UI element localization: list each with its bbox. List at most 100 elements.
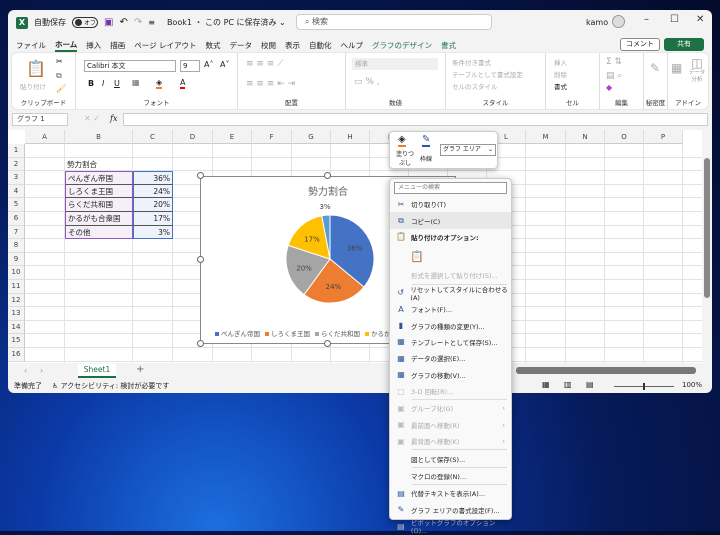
row-header[interactable]: 13 [8, 307, 25, 321]
normal-view-icon[interactable]: ▦ [542, 380, 550, 389]
tab-7[interactable]: 校閲 [261, 40, 276, 51]
copy-icon[interactable]: ⧉ [56, 71, 62, 81]
save-icon[interactable]: ▣ [104, 17, 113, 28]
resize-handle[interactable] [197, 340, 204, 347]
grow-font-icon[interactable]: A˄ [204, 60, 213, 69]
cell[interactable]: らくだ共和国 [65, 198, 133, 212]
cell[interactable]: 勢力割合 [65, 158, 133, 172]
row-header[interactable]: 9 [8, 252, 25, 267]
conditional-format-button[interactable]: 条件付き書式 [452, 57, 491, 67]
row-header[interactable]: 16 [8, 348, 25, 362]
menu-item[interactable]: ↺ リセットしてスタイルに合わせる(A) [390, 285, 511, 302]
document-title[interactable]: Book1 ・ この PC に保存済み ⌄ [167, 17, 286, 28]
column-header[interactable]: E [213, 130, 252, 144]
underline-icon[interactable]: U [114, 79, 120, 88]
zoom-level[interactable]: 100% [682, 381, 702, 389]
font-color-icon[interactable]: A [180, 78, 186, 89]
tab-12[interactable]: 書式 [441, 40, 456, 51]
tab-8[interactable]: 表示 [285, 40, 300, 51]
tab-4[interactable]: ページ レイアウト [134, 40, 196, 51]
menu-item[interactable]: マクロの登録(N)... [390, 468, 511, 484]
user-name[interactable]: kamo [586, 18, 608, 27]
menu-item[interactable]: ▦ グラフの移動(V)... [390, 367, 511, 383]
find-icon[interactable]: ▤ ⌕ [606, 71, 622, 81]
number-format-select[interactable]: 標準 [352, 58, 438, 70]
align-icons[interactable]: ≡ ≡ ≡ ⟋ [246, 59, 284, 69]
cell[interactable]: 36% [133, 171, 173, 185]
prev-sheet-icon[interactable]: ‹ [24, 366, 27, 375]
accessibility-status[interactable]: ♿ アクセシビリティ: 検討が必要です [52, 381, 169, 391]
name-box[interactable]: グラフ 1 [12, 113, 68, 126]
fill-color-icon[interactable]: ◈ [156, 78, 163, 89]
menu-item[interactable]: ▦ データの選択(E)... [390, 350, 511, 366]
font-size-select[interactable]: 9 [180, 60, 200, 72]
horizontal-scrollbar[interactable] [516, 367, 696, 374]
fill-icon[interactable]: ◈ [398, 134, 406, 147]
data-analysis-button[interactable]: ◫ データ分析 [687, 56, 707, 84]
row-header[interactable]: 6 [8, 212, 25, 226]
tab-11[interactable]: グラフのデザイン [372, 40, 432, 51]
minimize-icon[interactable]: – [644, 14, 649, 25]
cell[interactable]: 3% [133, 225, 173, 240]
legend-item[interactable]: しろくま王国 [265, 330, 310, 338]
sheet-tab-sheet1[interactable]: Sheet1 [78, 364, 116, 378]
column-header[interactable]: M [526, 130, 566, 144]
menu-search-input[interactable]: メニューの検索 [394, 182, 507, 194]
column-header[interactable]: O [605, 130, 644, 144]
row-header[interactable]: 12 [8, 293, 25, 308]
share-button[interactable]: 共有 [664, 38, 704, 51]
column-header[interactable]: P [644, 130, 683, 144]
resize-handle[interactable] [197, 172, 204, 179]
menu-item[interactable]: 図として保存(S)... [390, 450, 511, 466]
font-name-select[interactable]: Calibri 本文 [84, 60, 176, 72]
percent-icon[interactable]: ▭ % , [354, 77, 380, 87]
sensitivity-icon[interactable]: ✎ [650, 61, 660, 75]
fx-icon[interactable]: fx [110, 114, 117, 123]
tab-1[interactable]: ホーム [55, 39, 78, 52]
format-as-table-button[interactable]: テーブルとして書式設定 [452, 69, 523, 79]
italic-icon[interactable]: I [102, 79, 104, 88]
row-header[interactable]: 2 [8, 157, 25, 172]
format-painter-icon[interactable]: 🖌 [56, 84, 66, 93]
paste-icon[interactable]: 📋 [26, 59, 46, 78]
resize-handle[interactable] [324, 340, 331, 347]
zoom-slider[interactable] [614, 383, 674, 390]
cell-styles-button[interactable]: セルのスタイル [452, 81, 498, 91]
paste-label[interactable]: 貼り付け [20, 81, 46, 91]
legend-item[interactable]: ぺんぎん帝国 [215, 330, 260, 338]
column-header[interactable]: B [65, 130, 133, 144]
cell[interactable]: その他 [65, 225, 133, 240]
close-icon[interactable]: ✕ [696, 14, 704, 25]
column-header[interactable]: F [252, 130, 292, 144]
menu-item[interactable]: ✎ グラフ エリアの書式設定(F)... [390, 502, 511, 518]
bold-icon[interactable]: B [88, 79, 94, 88]
maximize-icon[interactable]: ☐ [670, 14, 679, 25]
menu-item[interactable]: ✂ 切り取り(T) [390, 196, 511, 212]
column-header[interactable]: H [331, 130, 370, 144]
row-header[interactable]: 11 [8, 280, 25, 294]
customize-qat-icon[interactable]: ≡ [148, 18, 155, 27]
row-header[interactable]: 5 [8, 198, 25, 212]
cell[interactable]: 24% [133, 184, 173, 199]
add-sheet-button[interactable]: + [136, 364, 144, 375]
search-box[interactable]: ⌕ 検索 [296, 14, 492, 30]
autosum-icon[interactable]: Σ ⇅ [606, 57, 622, 67]
outline-button[interactable]: 枠線 [420, 154, 432, 163]
tab-5[interactable]: 数式 [206, 40, 221, 51]
column-header[interactable]: D [173, 130, 213, 144]
page-break-view-icon[interactable]: ▤ [586, 380, 594, 389]
format-cells-button[interactable]: 書式 [554, 81, 567, 91]
row-header[interactable]: 14 [8, 320, 25, 335]
fill-button[interactable]: 塗りつぶし [394, 149, 416, 167]
next-sheet-icon[interactable]: › [40, 366, 43, 375]
row-header[interactable]: 15 [8, 334, 25, 348]
menu-item[interactable]: ▤ 代替テキストを表示(A)... [390, 485, 511, 501]
cell[interactable]: 20% [133, 198, 173, 212]
page-layout-view-icon[interactable]: ▥ [564, 380, 572, 389]
tab-9[interactable]: 自動化 [309, 40, 332, 51]
cell[interactable]: かるがも合衆国 [65, 212, 133, 226]
tab-0[interactable]: ファイル [16, 40, 46, 51]
menu-item[interactable]: A フォント(F)... [390, 301, 511, 317]
cell[interactable]: しろくま王国 [65, 184, 133, 199]
tab-3[interactable]: 描画 [110, 40, 125, 51]
